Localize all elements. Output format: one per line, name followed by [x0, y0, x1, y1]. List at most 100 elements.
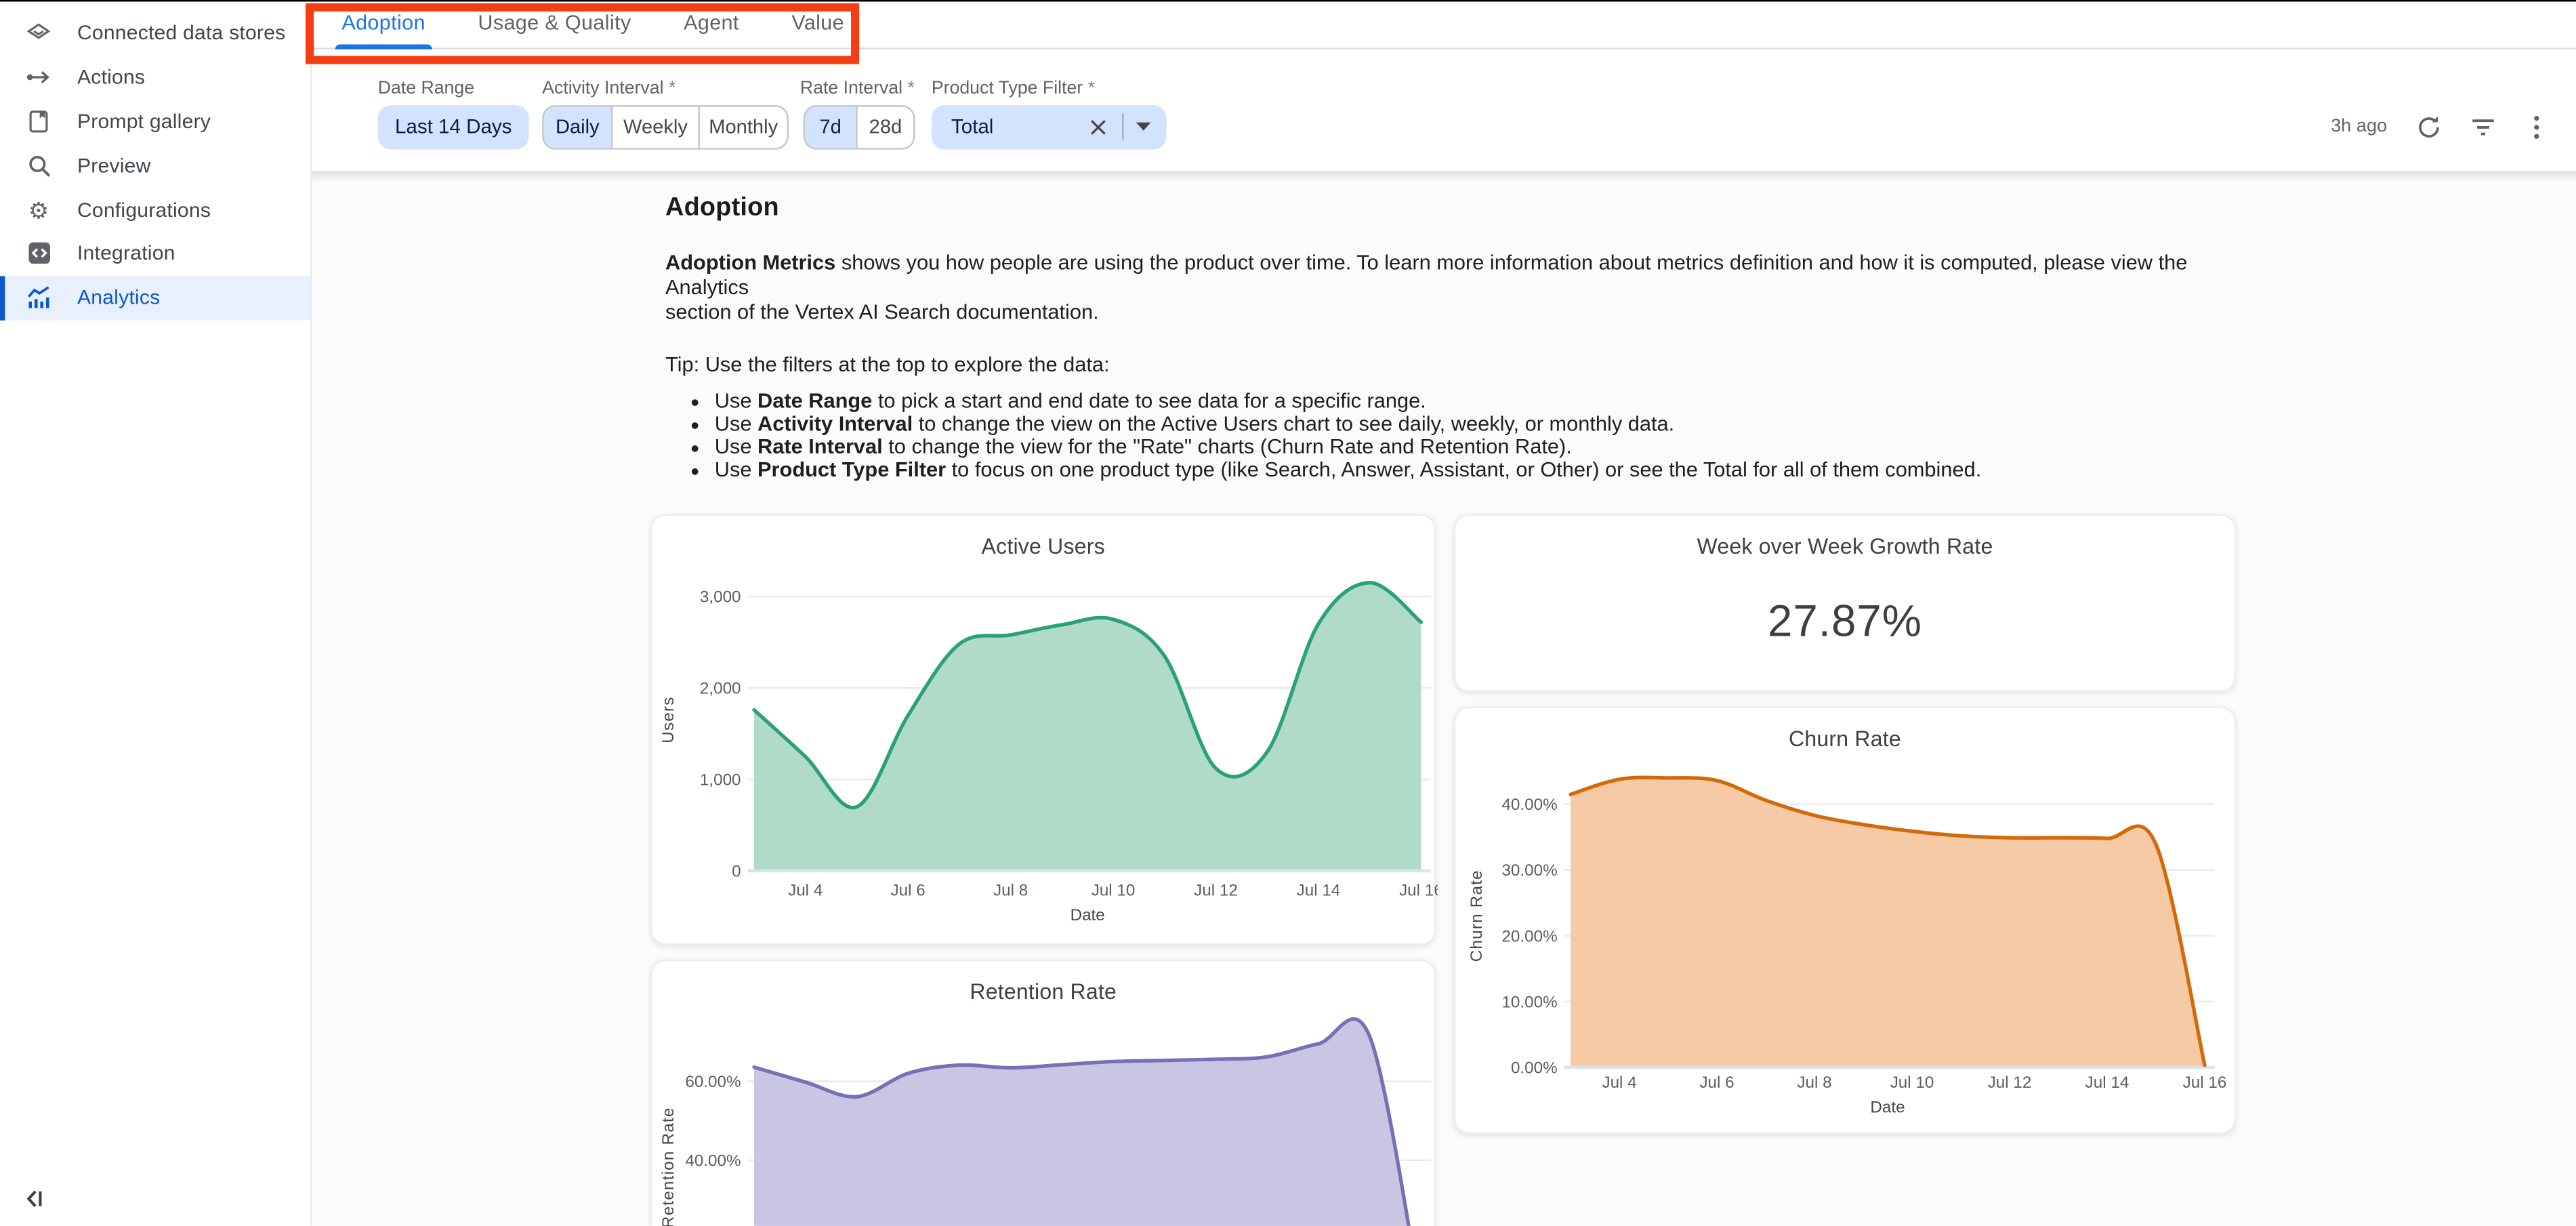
svg-text:0.00%: 0.00%	[1511, 1059, 1558, 1077]
retention-rate-chart-card: Retention Rate 0.00%20.00%40.00%60.00%Ju…	[650, 960, 1436, 1226]
more-options-icon[interactable]	[2523, 113, 2550, 140]
actions-icon	[26, 65, 51, 89]
filter-icon[interactable]	[2469, 113, 2495, 140]
sidebar-item-label: Analytics	[77, 286, 160, 309]
tab-usage-quality[interactable]: Usage & Quality	[452, 0, 658, 47]
svg-text:Churn Rate: Churn Rate	[1468, 870, 1486, 962]
activity-option-monthly[interactable]: Monthly	[699, 106, 787, 147]
sidebar-item-label: Configurations	[77, 198, 211, 221]
svg-text:40.00%: 40.00%	[1501, 796, 1557, 814]
gear-icon: ⚙	[26, 197, 51, 222]
rate-interval-label: Rate Interval *	[800, 78, 915, 98]
svg-text:Jul 4: Jul 4	[1602, 1074, 1636, 1092]
svg-text:30.00%: 30.00%	[1501, 861, 1557, 880]
tab-adoption[interactable]: Adoption	[316, 0, 452, 47]
date-range-chip[interactable]: Last 14 Days	[378, 104, 529, 148]
svg-text:60.00%: 60.00%	[685, 1073, 741, 1091]
dropdown-arrow-icon[interactable]	[1134, 117, 1153, 136]
rate-option-28d[interactable]: 28d	[856, 106, 913, 147]
activity-interval-label: Activity Interval *	[542, 78, 676, 98]
sidebar-item-label: Prompt gallery	[77, 110, 211, 133]
sidebar-item-connected-data-stores[interactable]: Connected data stores	[0, 12, 310, 56]
svg-text:Jul 8: Jul 8	[993, 881, 1028, 899]
svg-text:Date: Date	[1870, 1099, 1905, 1117]
code-icon	[26, 241, 51, 266]
svg-text:Jul 12: Jul 12	[1194, 881, 1238, 899]
svg-text:40.00%: 40.00%	[685, 1151, 741, 1170]
filters-toolbar: Date Range Activity Interval * Rate Inte…	[312, 49, 2576, 171]
svg-text:2,000: 2,000	[700, 680, 741, 698]
tips-list: Use Date Range to pick a start and end d…	[665, 389, 2206, 483]
svg-text:Retention Rate: Retention Rate	[659, 1107, 678, 1225]
svg-text:0: 0	[732, 863, 741, 881]
kpi-title: Week over Week Growth Rate	[1455, 534, 2234, 558]
svg-text:20.00%: 20.00%	[1501, 927, 1557, 945]
activity-interval-segmented-control: Daily Weekly Monthly	[542, 104, 789, 148]
vertex-ai-analytics-page: Connected data stores Actions Prompt gal…	[0, 0, 2576, 1226]
prompt-gallery-icon	[26, 109, 51, 134]
product-type-filter-label: Product Type Filter *	[932, 78, 1095, 98]
activity-option-weekly[interactable]: Weekly	[611, 106, 699, 147]
rate-interval-segmented-control: 7d 28d	[804, 104, 915, 148]
svg-text:Jul 14: Jul 14	[1297, 881, 1341, 899]
activity-option-daily[interactable]: Daily	[544, 106, 611, 147]
toolbar-right-actions: 3h ago	[2331, 104, 2550, 148]
sidebar-item-analytics[interactable]: Analytics	[0, 276, 310, 320]
window-top-edge	[0, 0, 2576, 2]
tab-agent[interactable]: Agent	[657, 0, 765, 47]
svg-text:Jul 14: Jul 14	[2085, 1074, 2130, 1092]
chart-title: Churn Rate	[1455, 727, 2234, 751]
svg-text:Jul 6: Jul 6	[891, 881, 926, 899]
tip-bullet: Use Rate Interval to change the view for…	[715, 436, 2207, 459]
sidebar-item-label: Integration	[77, 242, 175, 265]
search-icon	[26, 153, 51, 178]
svg-text:Users: Users	[659, 696, 678, 743]
tab-bar: Adoption Usage & Quality Agent Value	[312, 0, 2576, 49]
sidebar-item-label: Preview	[77, 154, 151, 177]
tab-value[interactable]: Value	[766, 0, 871, 47]
product-type-filter-chip[interactable]: Total	[932, 104, 1167, 148]
intro-paragraph: Adoption Metrics shows you how people ar…	[665, 251, 2206, 325]
tip-bullet: Use Date Range to pick a start and end d…	[715, 389, 2207, 412]
churn-rate-chart-card: Churn Rate 0.00% 10.00% 20.00% 30.00% 40.00%…	[1454, 707, 2236, 1134]
collapse-sidebar-icon[interactable]	[22, 1187, 48, 1211]
chip-divider	[1122, 113, 1123, 140]
data-stores-icon	[26, 21, 51, 45]
chart-title: Retention Rate	[652, 979, 1434, 1004]
clear-filter-icon[interactable]	[1086, 115, 1109, 138]
date-range-label: Date Range	[378, 78, 474, 98]
sidebar: Connected data stores Actions Prompt gal…	[0, 0, 312, 1226]
sidebar-item-label: Actions	[77, 66, 145, 89]
sidebar-item-integration[interactable]: Integration	[0, 232, 310, 276]
svg-text:Jul 4: Jul 4	[788, 881, 823, 899]
svg-text:1,000: 1,000	[700, 771, 741, 790]
refresh-icon[interactable]	[2415, 113, 2441, 140]
tip-text: Tip: Use the filters at the top to explo…	[665, 353, 2206, 376]
product-type-value: Total	[951, 115, 1086, 138]
page-title: Adoption	[665, 194, 2206, 224]
sidebar-item-configurations[interactable]: ⚙ Configurations	[0, 188, 310, 232]
sidebar-item-preview[interactable]: Preview	[0, 144, 310, 188]
last-updated-text: 3h ago	[2331, 117, 2387, 136]
svg-text:Jul 12: Jul 12	[1988, 1074, 2032, 1092]
sidebar-item-prompt-gallery[interactable]: Prompt gallery	[0, 100, 310, 144]
svg-text:3,000: 3,000	[700, 588, 741, 607]
svg-text:Jul 16: Jul 16	[2183, 1074, 2227, 1092]
svg-text:10.00%: 10.00%	[1501, 993, 1557, 1011]
analytics-icon	[26, 285, 51, 310]
wow-growth-card: Week over Week Growth Rate 27.87%	[1454, 514, 2236, 692]
rate-option-7d[interactable]: 7d	[805, 106, 856, 147]
tip-bullet: Use Product Type Filter to focus on one …	[715, 459, 2207, 482]
svg-text:Jul 6: Jul 6	[1699, 1074, 1734, 1092]
svg-text:Date: Date	[1071, 906, 1105, 924]
active-users-chart-card: Active Users 01,0002,0003,000Jul 4Jul 6J…	[650, 514, 1436, 945]
sidebar-item-actions[interactable]: Actions	[0, 56, 310, 100]
retention-rate-chart: 0.00%20.00%40.00%60.00%Jul 4Jul 6Jul 8Ju…	[652, 1007, 1434, 1225]
svg-text:Jul 10: Jul 10	[1092, 881, 1136, 899]
tip-bullet: Use Activity Interval to change the view…	[715, 412, 2207, 435]
sidebar-item-label: Connected data stores	[77, 22, 285, 45]
active-users-chart: 0 1,000 2,000 3,000 Jul 4 Jul 6 Jul 8 Jul 10 Jul…	[652, 558, 1434, 948]
dashboard-content: Adoption Adoption Metrics shows you how …	[312, 171, 2576, 1226]
svg-text:Jul 10: Jul 10	[1890, 1074, 1934, 1092]
adoption-description: Adoption Adoption Metrics shows you how …	[665, 194, 2206, 483]
